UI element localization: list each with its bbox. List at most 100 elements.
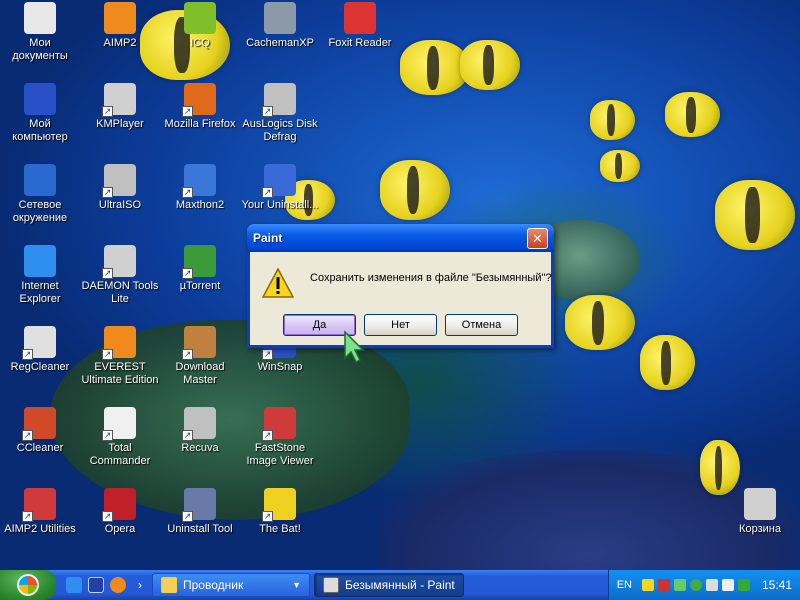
internet-explorer-icon[interactable] (66, 577, 82, 593)
desktop-icon[interactable]: Корзина (720, 486, 800, 558)
desktop-icon-label: µTorrent (179, 280, 221, 292)
firefox-icon: ↗ (182, 83, 216, 117)
desktop-icon[interactable]: ↗ Mozilla Firefox (160, 81, 240, 153)
safely-remove-icon[interactable] (705, 579, 718, 591)
dialog-body: Сохранить изменения в файле "Безымянный"… (250, 252, 552, 345)
fish-decoration (590, 100, 635, 140)
desktop-icon[interactable]: ↗ Total Commander (80, 405, 160, 477)
shortcut-arrow-icon: ↗ (102, 511, 113, 522)
dialog-message: Сохранить изменения в файле "Безымянный"… (310, 272, 552, 284)
windows-logo-icon (17, 574, 39, 596)
desktop-icon[interactable]: Мой компьютер (0, 81, 80, 153)
dialog-titlebar[interactable]: Paint ✕ (247, 224, 554, 252)
shortcut-arrow-icon: ↗ (102, 349, 113, 360)
ccleaner-icon: ↗ (22, 407, 56, 441)
desktop-icon-label: Мои документы (12, 37, 68, 62)
aimp2-icon[interactable] (110, 577, 126, 593)
desktop-icon-label: The Bat! (259, 523, 301, 535)
the-bat-icon: ↗ (262, 488, 296, 522)
antivirus-icon[interactable] (737, 579, 750, 591)
fish-decoration (565, 295, 635, 350)
shortcut-arrow-icon: ↗ (102, 106, 113, 117)
no-button[interactable]: Нет (364, 314, 437, 336)
taskbar-explorer-button[interactable]: Проводник ▼ (152, 573, 310, 597)
desktop-icon[interactable]: ↗ Maxthon2 (160, 162, 240, 234)
desktop-icon[interactable]: ICQ (160, 0, 240, 72)
faststone-icon: ↗ (262, 407, 296, 441)
fish-decoration (380, 160, 450, 220)
language-indicator[interactable]: EN (617, 579, 632, 591)
desktop-icon[interactable]: ↗ AIMP2 Utilities (0, 486, 80, 558)
network-icon (24, 164, 56, 196)
desktop-icon-label: FastStone Image Viewer (246, 442, 314, 467)
folder-icon (161, 577, 177, 593)
flag-icon[interactable] (657, 579, 670, 591)
cancel-button[interactable]: Отмена (445, 314, 518, 336)
total-commander-icon: ↗ (102, 407, 136, 441)
desktop-icon-label: Mozilla Firefox (164, 118, 236, 130)
network-icon[interactable] (673, 579, 686, 591)
everest-icon: ↗ (102, 326, 136, 360)
desktop-icon[interactable]: ↗ RegCleaner (0, 324, 80, 396)
taskbar-paint-label: Безымянный - Paint (345, 578, 455, 592)
shortcut-arrow-icon: ↗ (262, 187, 273, 198)
desktop-icon[interactable]: ↗ µTorrent (160, 243, 240, 315)
desktop-icon[interactable]: ↗ UltraISO (80, 162, 160, 234)
desktop-icon-label: CCleaner (16, 442, 64, 454)
desktop-icon[interactable]: ↗ FastStone Image Viewer (240, 405, 320, 477)
uninstall-tool-icon: ↗ (182, 488, 216, 522)
save-changes-dialog: Paint ✕ Сохранить изменения в файле "Без… (247, 224, 554, 348)
taskbar: › Проводник ▼ Безымянный - Paint EN 15:4… (0, 570, 800, 600)
desktop-icon-label: Your Uninstall... (241, 199, 319, 211)
desktop-icon[interactable]: AIMP2 (80, 0, 160, 72)
shortcut-arrow-icon: ↗ (182, 511, 193, 522)
desktop-icon-label: Opera (104, 523, 136, 535)
opera-icon: ↗ (102, 488, 136, 522)
mouse-cursor-icon (344, 330, 365, 364)
desktop-icon[interactable]: Мои документы (0, 0, 80, 72)
desktop-icon-label: WinSnap (257, 361, 303, 373)
desktop-icon[interactable]: ↗ Opera (80, 486, 160, 558)
desktop-icon-label: Total Commander (89, 442, 151, 467)
desktop-icon[interactable]: ↗ EVEREST Ultimate Edition (80, 324, 160, 396)
quick-launch: › (66, 577, 142, 593)
desktop-icon[interactable]: ↗ Download Master (160, 324, 240, 396)
desktop-icon[interactable]: ↗ Recuva (160, 405, 240, 477)
show-desktop-icon[interactable] (88, 577, 104, 593)
volume-icon[interactable] (721, 579, 734, 591)
desktop-icon[interactable]: ↗ KMPlayer (80, 81, 160, 153)
clock[interactable]: 15:41 (762, 578, 792, 592)
warning-icon[interactable] (641, 579, 654, 591)
start-button[interactable] (0, 570, 56, 600)
desktop-icon[interactable]: Сетевое окружение (0, 162, 80, 234)
internet-explorer-icon (24, 245, 56, 277)
utorrent-icon[interactable] (689, 579, 702, 591)
foxit-reader-icon (344, 2, 376, 34)
quick-launch-more-icon[interactable]: › (138, 578, 142, 592)
desktop-icon[interactable]: ↗ DAEMON Tools Lite (80, 243, 160, 315)
desktop-icon[interactable]: Foxit Reader (320, 0, 400, 72)
icq-icon (184, 2, 216, 34)
desktop-icon-label: Foxit Reader (328, 37, 392, 49)
desktop-icon[interactable]: ↗ Uninstall Tool (160, 486, 240, 558)
recuva-icon: ↗ (182, 407, 216, 441)
auslogics-defrag-icon: ↗ (262, 83, 296, 117)
taskbar-explorer-label: Проводник (183, 578, 244, 592)
regcleaner-icon: ↗ (22, 326, 56, 360)
my-documents-icon (24, 2, 56, 34)
desktop-icon-label: ICQ (190, 37, 210, 49)
fish-decoration (640, 335, 695, 390)
fish-decoration (600, 150, 640, 182)
desktop-icon-label: Recuva (181, 442, 219, 454)
download-master-icon: ↗ (182, 326, 216, 360)
taskbar-paint-button[interactable]: Безымянный - Paint (314, 573, 464, 597)
shortcut-arrow-icon: ↗ (22, 349, 33, 360)
shortcut-arrow-icon: ↗ (22, 511, 33, 522)
desktop-icon[interactable]: ↗ CCleaner (0, 405, 80, 477)
desktop-icon[interactable]: ↗ The Bat! (240, 486, 320, 558)
close-button[interactable]: ✕ (527, 227, 548, 249)
desktop-icon[interactable]: Internet Explorer (0, 243, 80, 315)
desktop-icon[interactable]: CachemanXP (240, 0, 320, 72)
desktop-icon[interactable]: ↗ AusLogics Disk Defrag (240, 81, 320, 153)
system-tray: EN 15:41 (607, 570, 800, 600)
